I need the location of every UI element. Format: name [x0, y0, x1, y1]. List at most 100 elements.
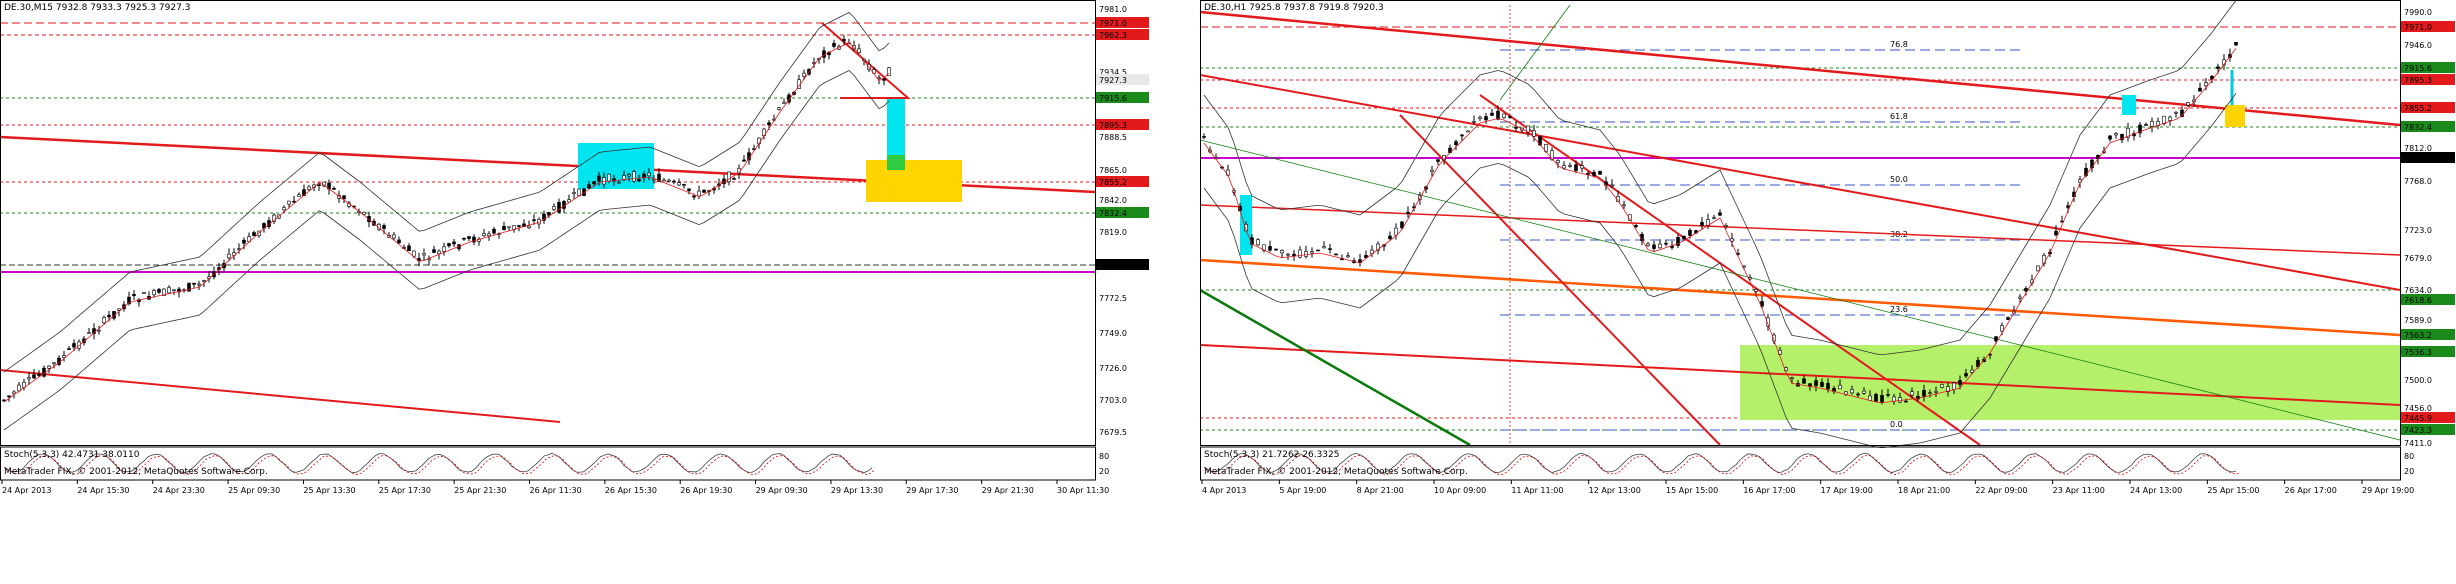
candle — [487, 233, 491, 237]
price-axis-label: 7888.5 — [1099, 133, 1127, 142]
time-axis-label: 24 Apr 15:30 — [77, 486, 129, 495]
candle — [2018, 296, 2022, 299]
candle — [1484, 116, 1488, 121]
candle — [1346, 255, 1350, 258]
price-axis-label: 7500.0 — [2404, 376, 2432, 385]
candle — [1928, 392, 1932, 394]
candle — [727, 171, 731, 182]
price-axis-label: 7962.3 — [1099, 31, 1127, 40]
price-axis-label: 7726.0 — [1099, 364, 1127, 373]
candle — [447, 243, 451, 247]
time-axis-label: 4 Apr 2013 — [1202, 486, 1246, 495]
trendline-green-thin-2 — [1499, 4, 1571, 101]
fibonacci-level-label: 0.0 — [1890, 420, 1903, 429]
trendline-red-diag — [1399, 114, 1721, 446]
candle — [622, 175, 626, 180]
candle — [467, 236, 471, 239]
candle — [192, 282, 196, 285]
candle — [1478, 116, 1482, 119]
candle — [2036, 265, 2040, 272]
candle — [422, 253, 426, 256]
candle — [1592, 171, 1596, 176]
candle — [1496, 110, 1500, 120]
candle — [1508, 116, 1512, 118]
price-axis-label: 7723.0 — [2404, 226, 2432, 235]
price-axis-label: 7772.5 — [1099, 294, 1127, 303]
price-axis-label: 7895.3 — [2404, 76, 2432, 85]
candle — [1322, 246, 1326, 249]
candle — [1868, 395, 1872, 401]
candle — [1712, 217, 1716, 219]
time-axis-label: 26 Apr 15:30 — [605, 486, 657, 495]
candle — [1502, 113, 1506, 118]
candle — [767, 122, 771, 125]
chart-header: DE.30,M15 7932.8 7933.3 7925.3 7927.3 — [4, 3, 190, 13]
candle — [602, 177, 606, 185]
candle — [1268, 246, 1272, 251]
price-axis-label: 7842.0 — [1099, 196, 1127, 205]
candle — [2216, 66, 2220, 69]
candle — [237, 248, 241, 250]
candle — [507, 226, 511, 229]
candle — [2000, 325, 2004, 332]
time-axis-label: 25 Apr 09:30 — [228, 486, 280, 495]
candle — [687, 188, 691, 192]
candle — [1652, 244, 1656, 249]
candle — [97, 329, 101, 332]
right-chart-canvas[interactable]: 76.861.850.038.223.60.0DE.30,H1 7925.8 7… — [1200, 0, 2456, 510]
candle — [1610, 184, 1614, 187]
candle — [437, 250, 441, 255]
candle — [662, 179, 666, 182]
candle — [2150, 121, 2154, 127]
copyright-text: MetaTrader FIX, © 2001-2012, MetaQuotes … — [4, 467, 268, 477]
candle — [1754, 289, 1758, 292]
time-axis-label: 29 Apr 13:30 — [831, 486, 883, 495]
candle — [557, 202, 561, 213]
candle — [702, 189, 706, 193]
candle — [397, 239, 401, 244]
candle — [332, 187, 336, 190]
candle — [2144, 124, 2148, 126]
candle — [167, 287, 171, 294]
candle — [2186, 102, 2190, 106]
time-axis-label: 30 Apr 11:30 — [1057, 486, 1109, 495]
candle — [1286, 253, 1290, 256]
chart-header: DE.30,H1 7925.8 7937.8 7919.8 7920.3 — [1204, 3, 1384, 13]
price-axis-label: 7832.4 — [2404, 123, 2432, 132]
moving-average-line — [3, 42, 890, 403]
stoch-level-label: 20 — [1099, 467, 1109, 476]
time-axis-label: 29 Apr 17:30 — [906, 486, 958, 495]
candle — [1574, 164, 1578, 171]
candle — [2006, 317, 2010, 320]
candle — [1892, 396, 1896, 402]
candle — [297, 194, 301, 197]
price-axis-label: 7536.3 — [2404, 348, 2432, 357]
candle — [532, 219, 536, 222]
price-axis-label: 7971.0 — [2404, 23, 2432, 32]
candle — [1814, 380, 1818, 386]
candle — [432, 249, 436, 253]
candle — [1802, 378, 1806, 384]
candle — [1316, 249, 1320, 252]
price-axis-label: 7819.0 — [1099, 228, 1127, 237]
time-axis-label: 18 Apr 21:00 — [1898, 486, 1950, 495]
right-chart-window[interactable]: 76.861.850.038.223.60.0DE.30,H1 7925.8 7… — [1200, 0, 2456, 510]
left-chart-canvas[interactable]: DE.30,M15 7932.8 7933.3 7925.3 7927.3 798… — [0, 0, 1150, 510]
stochastic-label: Stoch(5,3,3) 42.4731 38.0110 — [4, 450, 140, 460]
candle — [1388, 235, 1392, 240]
candle — [47, 365, 51, 369]
price-axis-label: 7768.0 — [2404, 177, 2432, 186]
candle — [1328, 248, 1332, 250]
candle — [102, 317, 106, 324]
candle — [842, 39, 846, 42]
cyan-zone — [2122, 95, 2136, 115]
candle — [1514, 127, 1518, 129]
candle — [17, 384, 21, 392]
time-axis-label: 22 Apr 09:00 — [1975, 486, 2027, 495]
candle — [287, 200, 291, 205]
price-axis-label: 7423.3 — [2404, 426, 2432, 435]
candle — [1724, 225, 1728, 227]
candle — [1646, 243, 1650, 247]
left-chart-window[interactable]: DE.30,M15 7932.8 7933.3 7925.3 7927.3 798… — [0, 0, 1150, 510]
candle — [407, 245, 411, 252]
